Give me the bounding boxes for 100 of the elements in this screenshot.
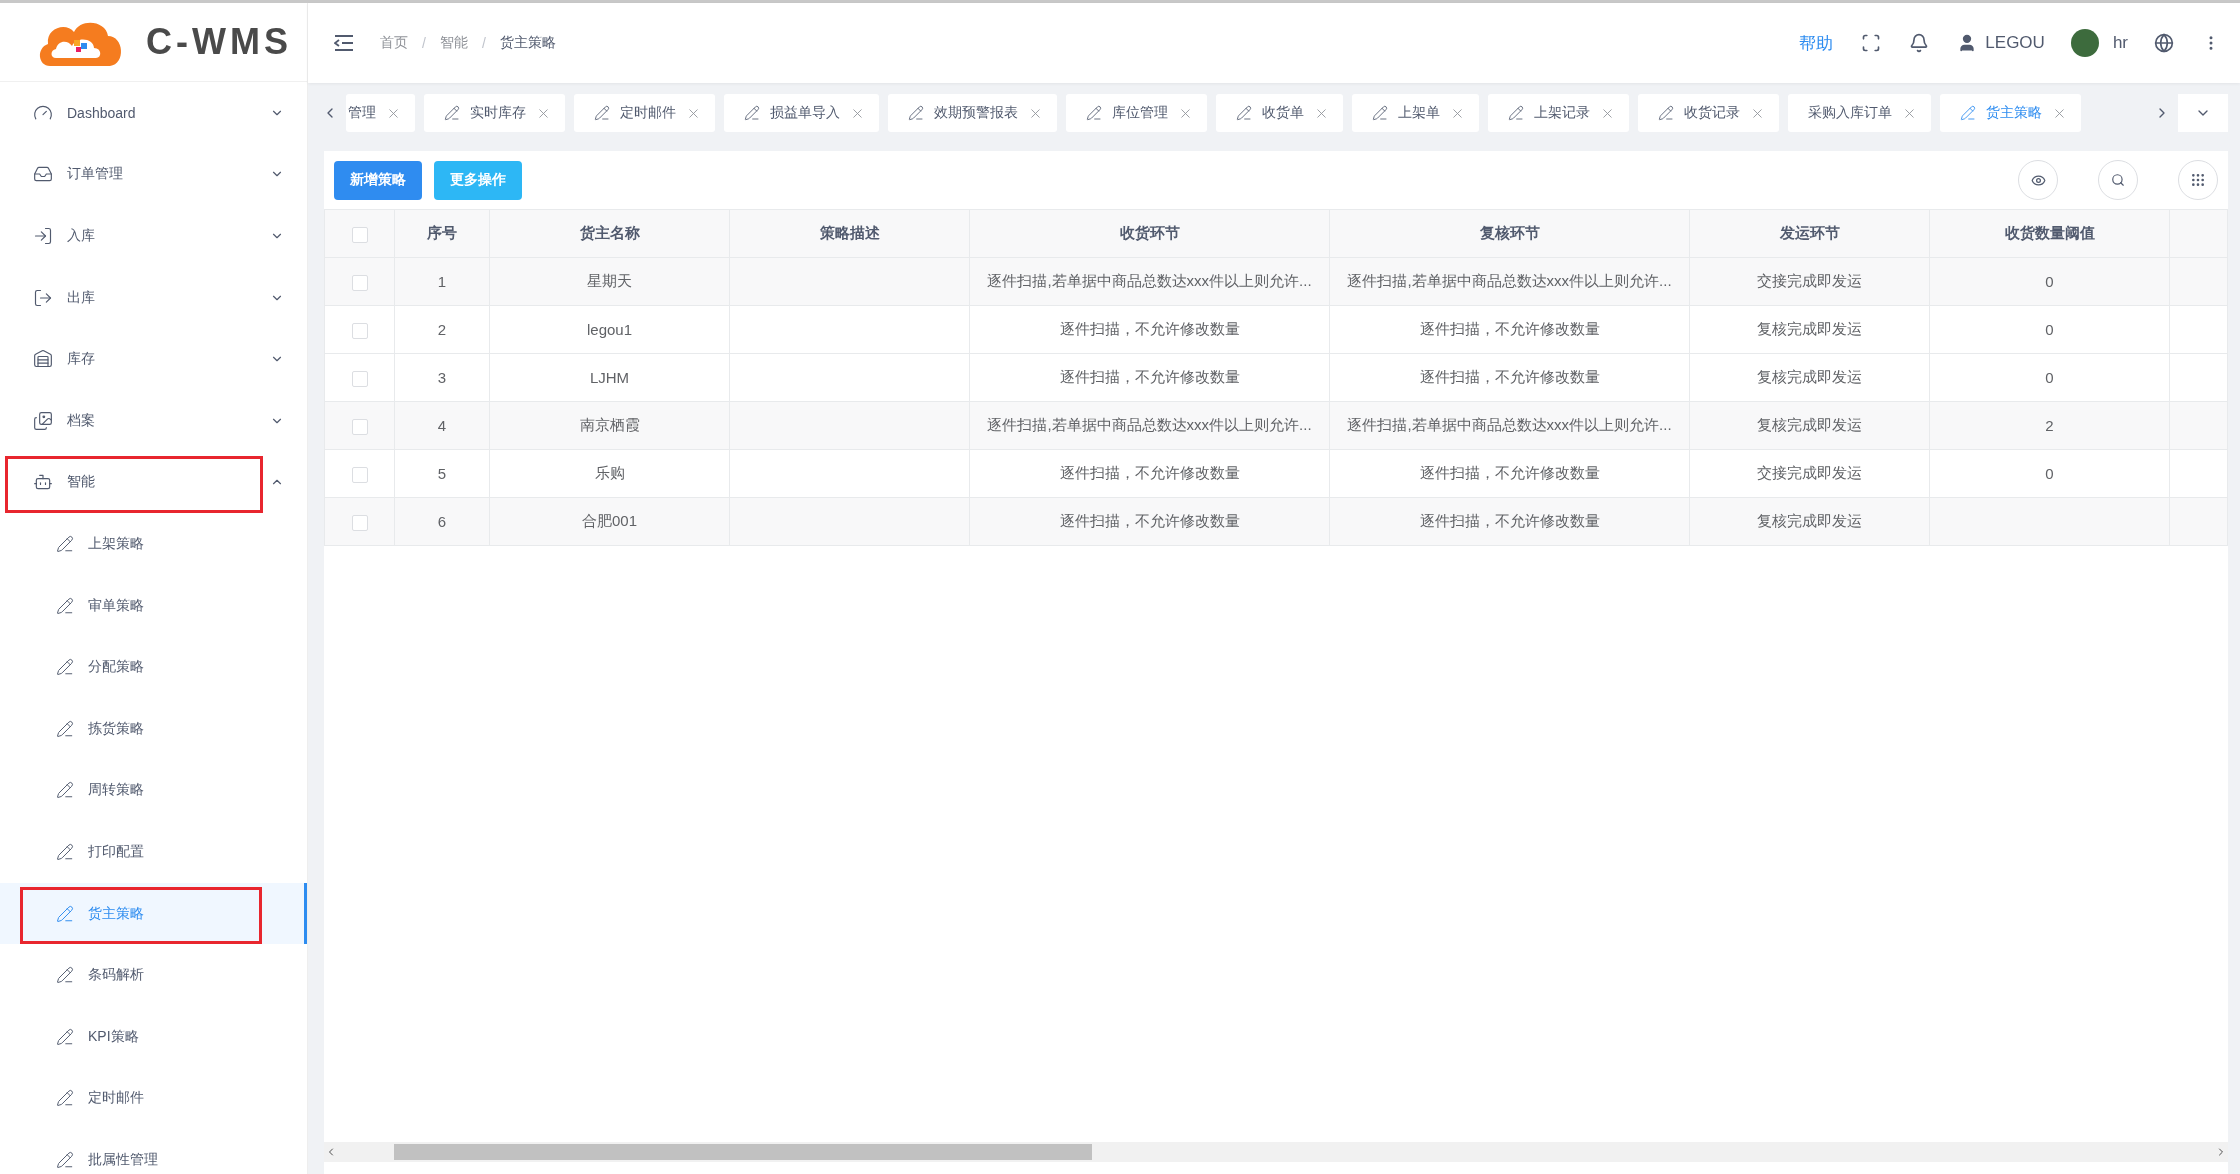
pencil-icon (56, 719, 74, 738)
page-tab[interactable]: 损益单导入 (724, 94, 879, 132)
pencil-icon (56, 1089, 74, 1108)
checkbox[interactable] (351, 514, 368, 531)
checkbox[interactable] (351, 466, 368, 483)
table-cell: 南京栖霞 (489, 401, 730, 450)
sidebar-subitem[interactable]: 拣货策略 (0, 697, 307, 760)
sidebar-item[interactable]: 入库 (0, 205, 307, 267)
breadcrumb-separator: / (422, 35, 426, 51)
table-cell: 逐件扫描，不允许修改数量 (969, 497, 1330, 546)
table-cell: 复核完成即发运 (1689, 401, 1930, 450)
table-cell: 逐件扫描，不允许修改数量 (1329, 353, 1690, 402)
table-cell: 逐件扫描,若单据中商品总数达xxx件以上则允许... (969, 257, 1330, 306)
page-tab[interactable]: 定时邮件 (574, 94, 715, 132)
page-tab[interactable]: 管理 (346, 94, 415, 132)
eye-icon (2030, 172, 2046, 188)
sidebar-subitem[interactable]: 打印配置 (0, 821, 307, 883)
sidebar-subitem[interactable]: 定时邮件 (0, 1067, 307, 1130)
pencil-icon (56, 658, 74, 677)
account-name[interactable]: hr (2112, 33, 2128, 53)
table-cell: 逐件扫描，不允许修改数量 (969, 305, 1330, 354)
columns-button[interactable] (2178, 160, 2218, 200)
breadcrumb-link[interactable]: 货主策略 (499, 34, 556, 52)
table-cell: 逐件扫描，不允许修改数量 (1329, 497, 1690, 546)
table-cell: 星期天 (489, 257, 730, 306)
table-cell: LJHM (489, 353, 730, 402)
column-header: 复核环节 (1329, 209, 1690, 258)
grid-icon (2190, 172, 2206, 188)
horizontal-scrollbar[interactable] (324, 1142, 2228, 1162)
sidebar-subitem[interactable]: 条码解析 (0, 944, 307, 1006)
menu-fold-icon[interactable] (334, 35, 354, 51)
table-cell: 复核完成即发运 (1689, 305, 1930, 354)
bell-icon[interactable] (1909, 33, 1930, 53)
table-cell: 逐件扫描，不允许修改数量 (969, 449, 1330, 498)
sidebar-subitem[interactable]: 上架策略 (0, 513, 307, 575)
pencil-icon (56, 904, 74, 923)
sidebar-item[interactable]: 订单管理 (0, 143, 307, 206)
table-cell: 交接完成即发运 (1689, 257, 1930, 306)
sidebar-item[interactable]: 档案 (0, 389, 307, 452)
checkbox[interactable] (351, 274, 368, 291)
pencil-icon (56, 1150, 74, 1169)
view-button[interactable] (2018, 160, 2058, 200)
table-cell: 逐件扫描,若单据中商品总数达xxx件以上则允许... (969, 401, 1330, 450)
table-cell: 乐购 (489, 449, 730, 498)
pencil-icon (56, 596, 74, 615)
page-tab[interactable]: 效期预警报表 (888, 94, 1057, 132)
page-tab[interactable]: 收货单 (1216, 94, 1343, 132)
column-header: 序号 (394, 209, 490, 258)
sidebar-subitem[interactable]: 分配策略 (0, 636, 307, 698)
sidebar-item[interactable]: 库存 (0, 328, 307, 390)
column-header: 发运环节 (1689, 209, 1930, 258)
page-tab[interactable]: 收货记录 (1638, 94, 1779, 132)
table-cell: 逐件扫描，不允许修改数量 (969, 353, 1330, 402)
sidebar-item[interactable]: 智能 (0, 451, 307, 514)
sidebar-item[interactable]: 出库 (0, 266, 307, 329)
column-header: 策略描述 (729, 209, 970, 258)
sidebar-subitem[interactable]: KPI策略 (0, 1005, 307, 1068)
pencil-icon (56, 1027, 74, 1046)
table-cell: 4 (394, 401, 490, 450)
sidebar-subitem[interactable]: 审单策略 (0, 574, 307, 637)
checkbox[interactable] (351, 226, 368, 243)
checkbox[interactable] (351, 418, 368, 435)
table-cell: 0 (1929, 257, 2170, 306)
pencil-icon (56, 781, 74, 800)
table-cell: 3 (394, 353, 490, 402)
page-tab[interactable]: 上架单 (1352, 94, 1479, 132)
pencil-icon (56, 966, 74, 985)
sidebar-subitem[interactable]: 周转策略 (0, 759, 307, 822)
fullscreen-icon[interactable] (1861, 33, 1882, 53)
table-cell: 复核完成即发运 (1689, 353, 1930, 402)
help-link[interactable]: 帮助 (1799, 31, 1834, 55)
page-tab[interactable]: 货主策略 (1940, 94, 2081, 132)
table-cell: 逐件扫描,若单据中商品总数达xxx件以上则允许... (1329, 257, 1690, 306)
page-tab[interactable]: 库位管理 (1066, 94, 1207, 132)
sidebar-item[interactable]: Dashboard (0, 82, 307, 144)
table-cell: 0 (1929, 305, 2170, 354)
sidebar-subitem[interactable]: 批属性管理 (0, 1129, 307, 1174)
column-header: 收货数量阈值 (1929, 209, 2170, 258)
table-cell: 逐件扫描,若单据中商品总数达xxx件以上则允许... (1329, 401, 1690, 450)
page-tab[interactable]: 实时库存 (424, 94, 565, 132)
breadcrumb-separator: / (481, 35, 486, 51)
globe-icon[interactable] (2154, 33, 2174, 53)
user-name[interactable]: LEGOU (1985, 33, 2045, 53)
table-cell: 逐件扫描，不允许修改数量 (1329, 449, 1690, 498)
avatar-icon[interactable] (2070, 29, 2099, 57)
pencil-icon (56, 534, 74, 553)
table-cell: 0 (1929, 353, 2170, 402)
table-cell: 2 (1929, 401, 2170, 450)
page-tab[interactable]: 采购入库订单 (1788, 94, 1931, 132)
search-button[interactable] (2098, 160, 2138, 200)
checkbox[interactable] (351, 322, 368, 339)
column-header: 货主名称 (489, 209, 730, 258)
table-cell: 6 (394, 497, 490, 546)
checkbox[interactable] (351, 370, 368, 387)
page-tab[interactable]: 上架记录 (1488, 94, 1629, 132)
table-cell: 2 (394, 305, 490, 354)
table-cell: 5 (394, 449, 490, 498)
table-cell: 交接完成即发运 (1689, 449, 1930, 498)
table-cell: 1 (394, 257, 490, 306)
table-cell: 0 (1929, 449, 2170, 498)
